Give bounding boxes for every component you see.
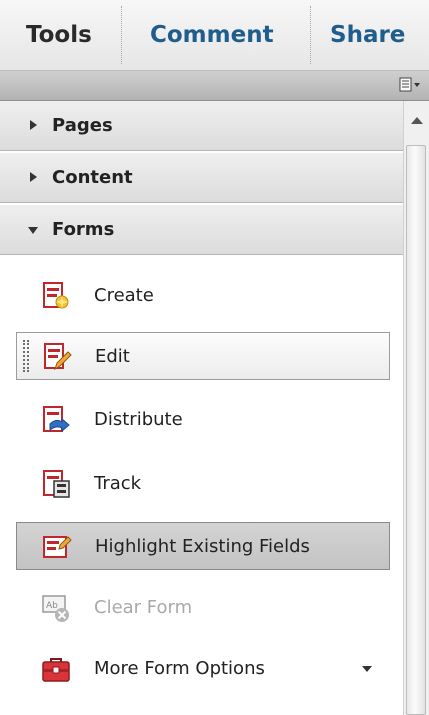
form-edit-icon [41,341,73,373]
forms-item-label: Distribute [94,409,183,430]
toolbox-icon [40,653,72,685]
section-forms[interactable]: Forms [0,205,403,255]
panel-options-bar [0,71,429,101]
forms-item-label: Highlight Existing Fields [95,536,310,557]
chevron-down-icon[interactable] [362,666,372,672]
section-label: Pages [52,115,113,136]
tab-separator [310,6,311,64]
forms-item-label: Edit [95,346,130,367]
tab-tools[interactable]: Tools [26,0,92,70]
collapse-arrow-icon [28,227,38,234]
tools-panel: Pages Content Forms Create Edit Distribu… [0,101,403,715]
drag-grip-icon[interactable] [23,340,29,372]
forms-item-label: Clear Form [94,597,193,618]
form-distribute-icon [40,404,72,436]
form-track-icon [40,468,72,500]
svg-text:Ab: Ab [46,601,58,611]
panel-scrollbar[interactable] [403,101,429,715]
panel-tab-bar: Tools Comment Share [0,0,429,71]
scroll-up-arrow-icon[interactable] [411,117,423,124]
forms-item-edit[interactable]: Edit [16,332,390,380]
highlight-fields-icon [41,531,73,563]
forms-item-label: Create [94,285,154,306]
section-pages[interactable]: Pages [0,101,403,151]
forms-item-distribute[interactable]: Distribute [16,396,390,444]
tab-comment[interactable]: Comment [150,0,274,70]
section-content[interactable]: Content [0,153,403,203]
section-label: Forms [52,219,115,240]
tab-share[interactable]: Share [330,0,405,70]
forms-item-clear-form: Ab Clear Form [16,584,390,632]
forms-item-more-form-options[interactable]: More Form Options [16,645,390,693]
scrollbar-thumb[interactable] [406,145,426,715]
expand-arrow-icon [30,120,37,130]
forms-item-highlight-existing-fields[interactable]: Highlight Existing Fields [16,522,390,570]
form-create-icon [40,280,72,312]
forms-item-track[interactable]: Track [16,460,390,508]
expand-arrow-icon [30,172,37,182]
forms-item-create[interactable]: Create [16,272,390,320]
panel-options-icon[interactable] [399,77,423,93]
tab-separator [121,6,122,64]
section-label: Content [52,167,133,188]
forms-item-label: Track [94,473,142,494]
clear-form-icon: Ab [40,592,72,624]
forms-item-label: More Form Options [94,658,265,679]
